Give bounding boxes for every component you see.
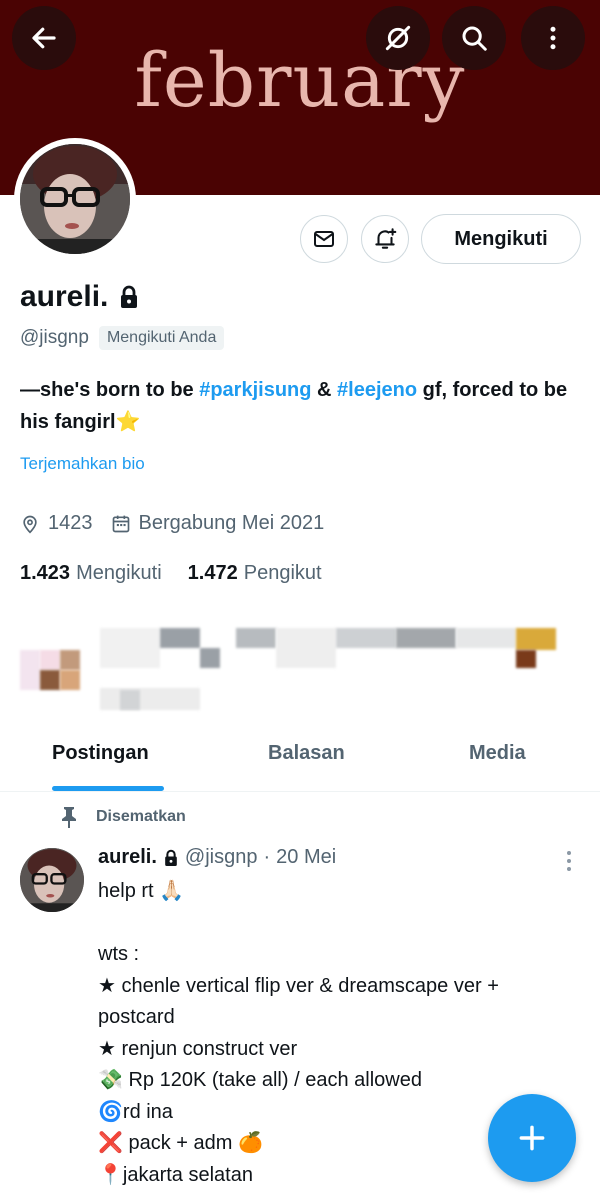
grok-button[interactable] — [366, 6, 430, 70]
post-author-handle[interactable]: @jisgnp — [185, 846, 258, 869]
more-vertical-icon — [550, 26, 556, 50]
follows-you-badge: Mengikuti Anda — [98, 326, 225, 350]
post-line: wts : — [98, 943, 140, 965]
envelope-icon — [314, 231, 334, 247]
following-label[interactable]: Mengikuti — [76, 562, 162, 585]
post-line: help rt 🙏🏻 — [98, 880, 185, 902]
pinned-label: Disematkan — [96, 808, 186, 825]
hashtag-link[interactable]: #leejeno — [337, 379, 417, 401]
tab-replies[interactable]: Balasan — [268, 742, 345, 765]
post-author-name[interactable]: aureli. — [98, 846, 157, 869]
display-name: aureli. — [20, 280, 109, 313]
post-line: ★ chenle vertical flip ver & dreamscape … — [98, 974, 499, 997]
avatar-image — [20, 144, 130, 254]
post-line — [98, 908, 578, 940]
search-button[interactable] — [442, 6, 506, 70]
handle-row: @jisgnp Mengikuti Anda — [20, 326, 225, 350]
profile-meta: 1423 Bergabung Mei 2021 — [20, 512, 342, 535]
profile-avatar[interactable] — [14, 138, 136, 260]
following-button[interactable]: Mengikuti — [421, 214, 581, 264]
followers-count[interactable]: 1.472 — [188, 562, 238, 585]
banner-text: february — [134, 38, 466, 124]
post-line: postcard — [98, 1006, 175, 1028]
bell-plus-icon — [375, 228, 397, 249]
post-date[interactable]: 20 Mei — [276, 846, 336, 869]
star-emoji: ⭐ — [115, 411, 141, 433]
grok-icon — [385, 25, 411, 51]
pin-icon — [62, 807, 76, 828]
profile-tabs: Postingan Balasan Media — [0, 728, 600, 792]
lock-icon — [121, 285, 138, 308]
bio-text: & — [311, 379, 338, 401]
more-vertical-icon — [567, 851, 571, 871]
hashtag-link[interactable]: #parkjisung — [199, 379, 311, 401]
follow-stats: 1.423 Mengikuti 1.472 Pengikut — [20, 562, 348, 585]
pinned-indicator: Disematkan — [60, 806, 186, 828]
tab-posts[interactable]: Postingan — [52, 742, 149, 765]
post-line: ★ renjun construct ver — [98, 1037, 298, 1060]
arrow-left-icon — [32, 27, 56, 49]
joined-text: Bergabung Mei 2021 — [138, 512, 325, 534]
location-icon — [23, 515, 37, 534]
post-separator: · — [263, 846, 271, 868]
search-icon — [462, 26, 487, 51]
translate-bio-link[interactable]: Terjemahkan bio — [20, 454, 145, 474]
bio-text: —she's born to be — [20, 379, 200, 401]
tab-media[interactable]: Media — [469, 742, 526, 765]
location-text: 1423 — [48, 512, 93, 534]
plus-icon — [519, 1125, 545, 1151]
bio: —she's born to be #parkjisung & #leejeno… — [20, 374, 580, 438]
notify-button[interactable] — [361, 215, 409, 263]
post-more-button[interactable] — [560, 848, 578, 879]
back-button[interactable] — [12, 6, 76, 70]
following-count[interactable]: 1.423 — [20, 562, 70, 585]
post-line: 💸 Rp 120K (take all) / each allowed — [98, 1069, 422, 1091]
post-header: aureli. @jisgnp · 20 Mei — [98, 846, 336, 869]
post-avatar[interactable] — [20, 848, 84, 912]
calendar-icon — [112, 515, 129, 532]
lock-icon — [165, 849, 177, 866]
followers-label[interactable]: Pengikut — [244, 562, 322, 585]
message-button[interactable] — [300, 215, 348, 263]
compose-button[interactable] — [488, 1094, 576, 1182]
display-name-row: aureli. — [20, 280, 140, 314]
active-tab-indicator — [52, 786, 164, 791]
handle: @jisgnp — [20, 327, 89, 348]
more-button[interactable] — [521, 6, 585, 70]
